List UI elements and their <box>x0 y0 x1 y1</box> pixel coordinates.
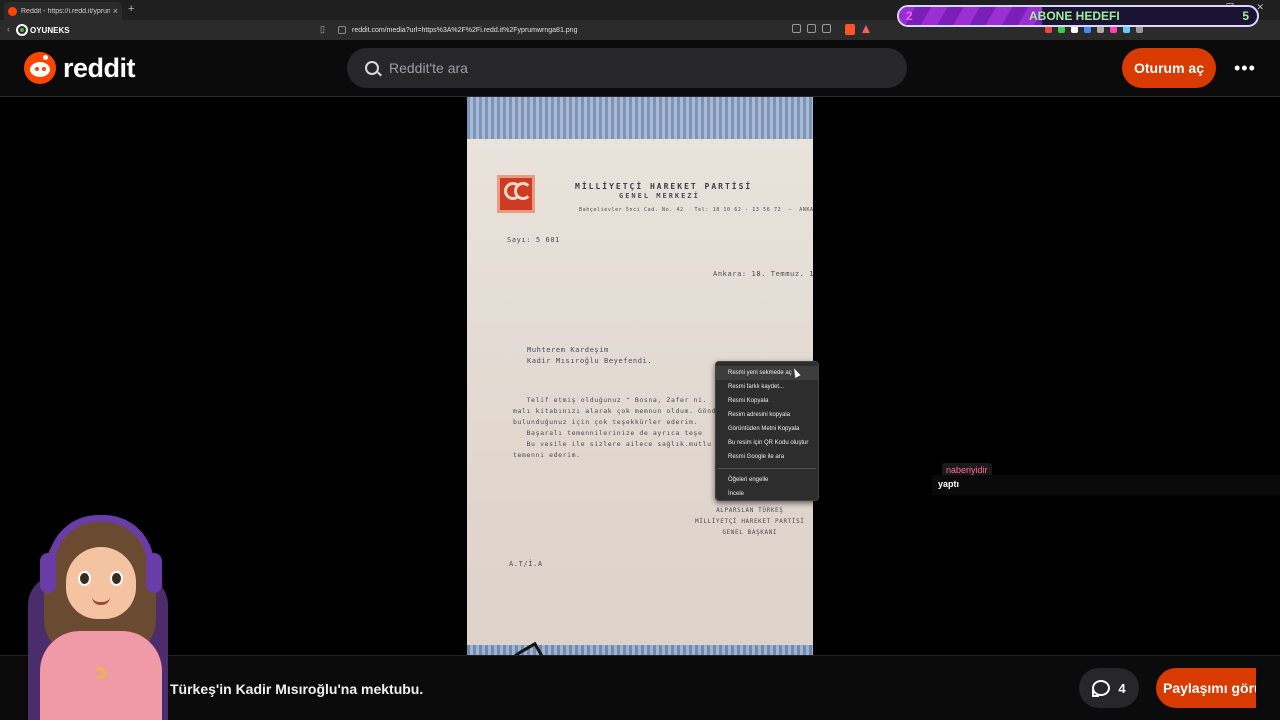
post-title[interactable]: Türkeş'in Kadir Mısıroğlu'na mektubu. <box>170 681 423 697</box>
crescent-necklace-icon <box>94 667 106 679</box>
extension-icon[interactable] <box>1123 26 1130 33</box>
share-icon[interactable] <box>822 24 831 33</box>
ctx-copy-image-address[interactable]: Resim adresini kopyala <box>716 408 818 422</box>
more-dots-icon[interactable]: ••• <box>1234 58 1256 79</box>
headphone-cup-right <box>146 553 162 593</box>
channel-logo-text: OYUNEKS <box>30 25 70 35</box>
tab-close-icon[interactable]: × <box>113 6 118 16</box>
comment-count: 4 <box>1118 680 1126 696</box>
context-menu-divider <box>718 468 816 469</box>
chat-message: yaptı <box>932 475 1280 495</box>
login-button[interactable]: Oturum aç <box>1122 48 1216 88</box>
comment-bubble-icon <box>1092 680 1111 697</box>
extension-icon[interactable] <box>1045 26 1052 33</box>
extension-icon[interactable] <box>1097 26 1104 33</box>
new-tab-button[interactable]: + <box>128 3 134 15</box>
search-input[interactable]: Reddit'te ara <box>347 48 907 88</box>
extension-icon[interactable] <box>1110 26 1117 33</box>
reddit-header: reddit Reddit'te ara Oturum aç ••• <box>0 40 1280 97</box>
ctx-inspect[interactable]: İncele <box>716 487 818 501</box>
reddit-logo[interactable]: reddit <box>24 52 136 84</box>
bookmark-icon[interactable]: ▯ <box>320 24 325 35</box>
ctx-open-image-new-tab[interactable]: Resmi yeni sekmede aç <box>716 366 818 380</box>
tab-title: Reddit - https://i.redd.it/yprum <box>21 7 110 15</box>
letter-department: GENEL MERKEZİ <box>619 192 700 200</box>
post-bottom-bar: Türkeş'in Kadir Mısıroğlu'na mektubu. 4 … <box>0 655 1280 720</box>
address-bar-icons <box>792 24 831 33</box>
letter-number: Sayı: 5 601 <box>507 236 560 244</box>
letter-body: Telif etmiş olduğunuz " Bosna, Zafer ni.… <box>513 396 726 459</box>
brave-shield-icon[interactable] <box>845 24 855 35</box>
goal-progress-fill <box>899 7 1043 25</box>
reddit-wordmark: reddit <box>63 52 136 83</box>
streamer-avatar <box>20 505 180 720</box>
letter-date: Ankara: 18. Temmuz. 1974 <box>713 270 813 278</box>
ctx-copy-image[interactable]: Resmi Kopyala <box>716 394 818 408</box>
extension-icon[interactable] <box>1058 26 1065 33</box>
extension-icon[interactable] <box>1084 26 1091 33</box>
reddit-favicon-icon <box>8 6 17 16</box>
ctx-create-qr-code[interactable]: Bu resim için QR Kodu oluştur <box>716 436 818 450</box>
letter-address: Bahçelievler 5nci Cad. No. 42 Tel: 18 10… <box>579 207 813 213</box>
ctx-copy-text-from-image[interactable]: Görüntüden Metni Kopyala <box>716 422 818 436</box>
brave-rewards-icon[interactable] <box>862 25 870 33</box>
ctx-save-image-as[interactable]: Resmi farklı kaydet... <box>716 380 818 394</box>
context-menu: Resmi yeni sekmede aç Resmi farklı kayde… <box>715 361 819 501</box>
headphones-icon <box>48 515 154 565</box>
extension-icons <box>1045 26 1143 33</box>
letter-signature: ALPARSLAN TÜRKEŞ MİLLİYETÇİ HAREKET PART… <box>695 507 805 536</box>
lock-icon <box>338 26 346 34</box>
extension-icon[interactable] <box>1136 26 1143 33</box>
goal-current: 2 <box>906 9 913 23</box>
goal-label: ABONE HEDEFI <box>1029 9 1120 23</box>
browser-tab[interactable]: Reddit - https://i.redd.it/yprum × <box>4 2 122 20</box>
back-icon[interactable]: ‹ <box>7 24 10 34</box>
install-icon[interactable] <box>792 24 801 33</box>
comments-button[interactable]: 4 <box>1079 668 1139 708</box>
channel-logo-icon <box>16 24 28 36</box>
search-icon <box>365 61 379 75</box>
goal-target: 5 <box>1242 9 1249 23</box>
ctx-search-image-google[interactable]: Resmi Google ile ara <box>716 450 818 464</box>
party-emblem-icon <box>497 175 535 213</box>
view-post-button[interactable]: Paylaşımı görü <box>1156 668 1256 708</box>
subscriber-goal-bar: 2 ABONE HEDEFI 5 <box>897 5 1259 27</box>
extension-icon[interactable] <box>1071 26 1078 33</box>
headphone-cup-left <box>40 553 56 593</box>
url-text: reddit.com/media?url=https%3A%2F%2Fi.red… <box>352 26 578 34</box>
letter-salutation: Muhterem Kardeşim Kadir Mısıroğlu Beyefe… <box>527 346 653 365</box>
search-placeholder: Reddit'te ara <box>389 60 468 76</box>
ctx-block-elements[interactable]: Öğeleri engelle <box>716 473 818 487</box>
zoom-icon[interactable] <box>807 24 816 33</box>
channel-logo: OYUNEKS <box>16 21 70 39</box>
background-fabric <box>467 97 813 143</box>
reddit-snoo-icon <box>24 52 56 84</box>
letter-initials: A.T/İ.A <box>509 560 543 568</box>
